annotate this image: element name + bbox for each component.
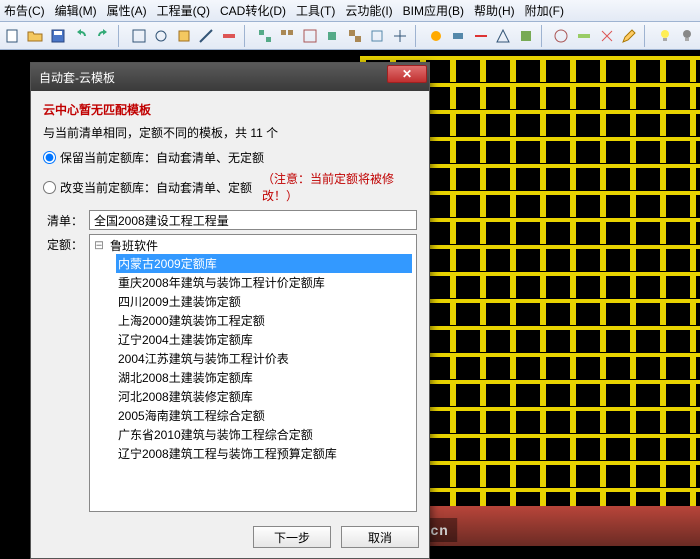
menu-item[interactable]: 附加(F) — [525, 2, 564, 19]
tool-icon[interactable] — [573, 25, 595, 47]
tree-item[interactable]: 辽宁2008建筑工程与装饰工程预算定额库 — [116, 444, 412, 463]
tool-undo-icon[interactable] — [70, 25, 92, 47]
tool-icon[interactable] — [344, 25, 366, 47]
tree-root-label[interactable]: 鲁班软件 — [110, 237, 158, 254]
dialog-titlebar[interactable]: 自动套-云模板 ✕ — [31, 63, 429, 91]
tool-icon[interactable] — [196, 25, 218, 47]
dialog-title: 自动套-云模板 — [39, 69, 115, 86]
tree-item[interactable]: 湖北2008土建装饰定额库 — [116, 368, 412, 387]
tool-icon[interactable] — [493, 25, 515, 47]
tool-icon[interactable] — [128, 25, 150, 47]
tree-item[interactable]: 河北2008建筑装修定额库 — [116, 387, 412, 406]
tool-icon[interactable] — [389, 25, 411, 47]
close-icon: ✕ — [402, 67, 412, 81]
tool-icon[interactable] — [447, 25, 469, 47]
toolbar-separator — [415, 25, 421, 47]
tool-open-icon[interactable] — [25, 25, 47, 47]
toolbar-separator — [244, 25, 250, 47]
toolbar-separator — [644, 25, 650, 47]
menu-item[interactable]: BIM应用(B) — [403, 2, 464, 19]
menu-item[interactable]: 工具(T) — [296, 2, 335, 19]
menu-bar: 布告(C) 编辑(M) 属性(A) 工程量(Q) CAD转化(D) 工具(T) … — [0, 0, 700, 22]
close-button[interactable]: ✕ — [387, 65, 427, 83]
menu-item[interactable]: 编辑(M) — [55, 2, 97, 19]
dialog-button-row: 下一步 取消 — [31, 520, 429, 558]
toolbar-separator — [541, 25, 547, 47]
radio-change-quota[interactable] — [43, 181, 56, 194]
tool-icon[interactable] — [596, 25, 618, 47]
tool-icon[interactable] — [425, 25, 447, 47]
dinge-label: 定额： — [43, 234, 83, 512]
tree-item[interactable]: 四川2009土建装饰定额 — [116, 292, 412, 311]
tool-icon[interactable] — [299, 25, 321, 47]
dialog-auto-template: 自动套-云模板 ✕ 云中心暂无匹配模板 与当前清单相同，定额不同的模板，共 11… — [30, 62, 430, 559]
tool-save-icon[interactable] — [47, 25, 69, 47]
menu-item[interactable]: 云功能(I) — [345, 2, 392, 19]
tool-icon[interactable] — [276, 25, 298, 47]
cancel-button[interactable]: 取消 — [341, 526, 419, 548]
tool-icon[interactable] — [218, 25, 240, 47]
tool-bulb-icon[interactable] — [654, 25, 676, 47]
radio-keep-quota[interactable] — [43, 151, 56, 164]
tree-item[interactable]: 辽宁2004土建装饰定额库 — [116, 330, 412, 349]
dialog-heading: 云中心暂无匹配模板 — [43, 101, 417, 118]
tree-item[interactable]: 上海2000建筑装饰工程定额 — [116, 311, 412, 330]
tool-icon[interactable] — [515, 25, 537, 47]
dialog-body: 云中心暂无匹配模板 与当前清单相同，定额不同的模板，共 11 个 保留当前定额库… — [31, 91, 429, 520]
toolbar — [0, 22, 700, 50]
tool-icon[interactable] — [322, 25, 344, 47]
tool-icon[interactable] — [551, 25, 573, 47]
dialog-subheading: 与当前清单相同，定额不同的模板，共 11 个 — [43, 124, 417, 141]
menu-item[interactable]: 属性(A) — [107, 2, 147, 19]
qingdan-label: 清单： — [43, 212, 83, 229]
tree-item[interactable]: 重庆2008年建筑与装饰工程计价定额库 — [116, 273, 412, 292]
tree-item[interactable]: 广东省2010建筑与装饰工程综合定额 — [116, 425, 412, 444]
toolbar-separator — [118, 25, 124, 47]
dinge-tree[interactable]: ⊟ 鲁班软件 内蒙古2009定额库重庆2008年建筑与装饰工程计价定额库四川20… — [89, 234, 417, 512]
qingdan-input[interactable] — [89, 210, 417, 230]
next-button[interactable]: 下一步 — [253, 526, 331, 548]
tool-bulb-off-icon[interactable] — [676, 25, 698, 47]
tree-item[interactable]: 2005海南建筑工程综合定额 — [116, 406, 412, 425]
tree-collapse-icon[interactable]: ⊟ — [94, 238, 108, 253]
menu-item[interactable]: 帮助(H) — [474, 2, 515, 19]
tool-icon[interactable] — [254, 25, 276, 47]
tree-item[interactable]: 2004江苏建筑与装饰工程计价表 — [116, 349, 412, 368]
tree-item[interactable]: 内蒙古2009定额库 — [116, 254, 412, 273]
menu-item[interactable]: 布告(C) — [4, 2, 45, 19]
tool-icon[interactable] — [470, 25, 492, 47]
menu-item[interactable]: 工程量(Q) — [157, 2, 210, 19]
tool-icon[interactable] — [150, 25, 172, 47]
radio-change-quota-label: 改变当前定额库：自动套清单、定额 — [60, 179, 252, 196]
radio-keep-quota-label: 保留当前定额库：自动套清单、无定额 — [60, 149, 264, 166]
tool-pencil-icon[interactable] — [618, 25, 640, 47]
tool-icon[interactable] — [173, 25, 195, 47]
tool-icon[interactable] — [367, 25, 389, 47]
warning-text: （注意：当前定额将被修改！） — [262, 170, 417, 204]
tool-new-icon[interactable] — [2, 25, 24, 47]
menu-item[interactable]: CAD转化(D) — [220, 2, 286, 19]
tool-redo-icon[interactable] — [92, 25, 114, 47]
